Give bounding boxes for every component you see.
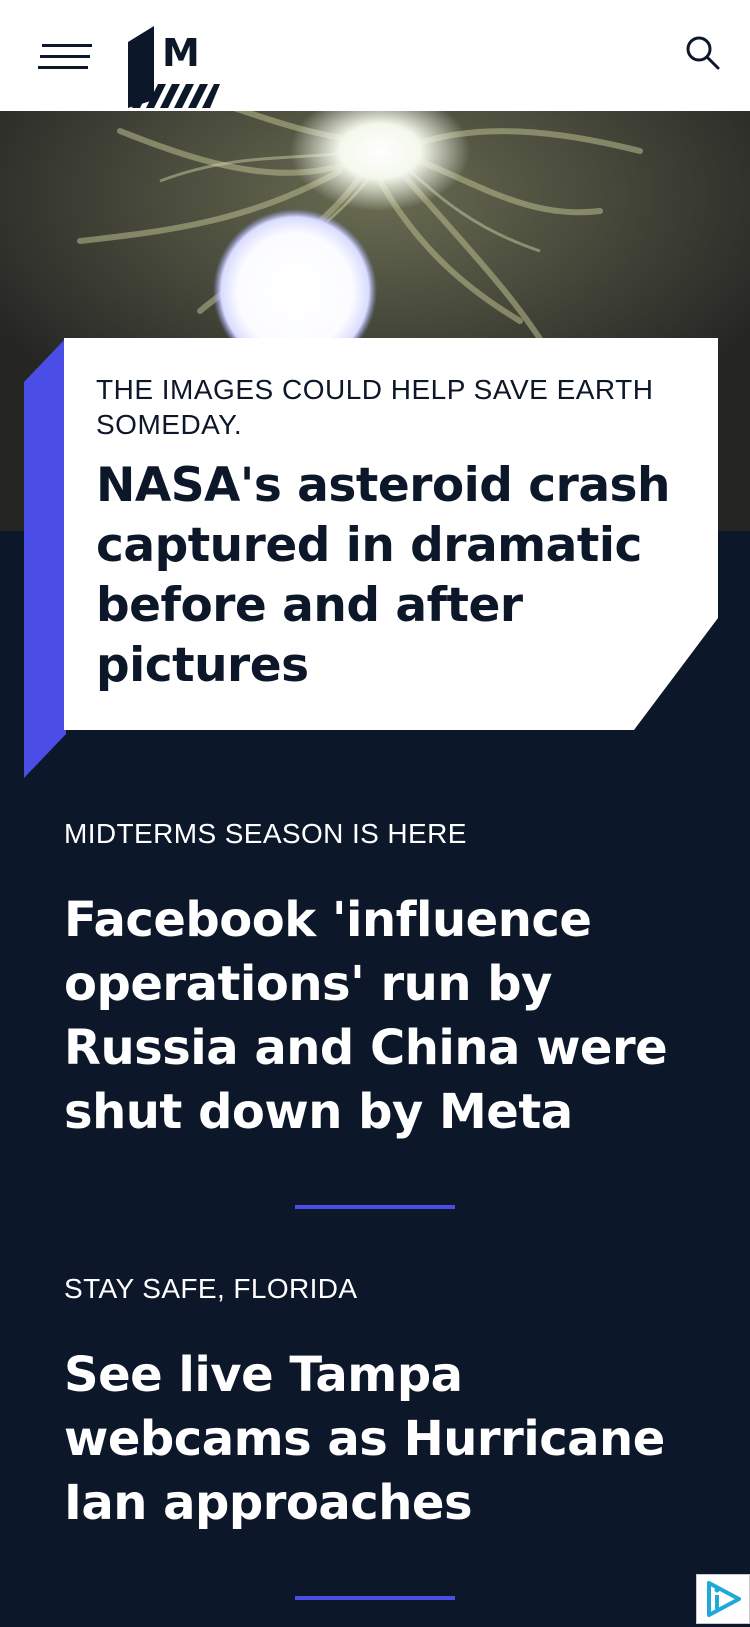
story-title[interactable]: See live Tampa webcams as Hurricane Ian …: [64, 1343, 704, 1535]
hamburger-menu-icon: [38, 44, 92, 69]
ad-choices-button[interactable]: [696, 1574, 750, 1624]
site-logo[interactable]: M: [128, 24, 220, 108]
ad-choices-icon: [707, 1581, 741, 1617]
site-header: M: [0, 0, 750, 111]
featured-story-title[interactable]: NASA's asteroid crash captured in dramat…: [96, 456, 696, 696]
featured-story-kicker: THE IMAGES COULD HELP SAVE EARTH SOMEDAY…: [96, 374, 654, 440]
story-kicker: MIDTERMS SEASON IS HERE: [64, 818, 467, 849]
story-kicker: STAY SAFE, FLORIDA: [64, 1273, 358, 1304]
logo-letter: M: [162, 31, 200, 75]
search-icon: [686, 36, 720, 70]
story-divider: [295, 1596, 455, 1600]
menu-button[interactable]: [38, 40, 94, 76]
card-accent-shape: [24, 338, 66, 778]
featured-story-card[interactable]: THE IMAGES COULD HELP SAVE EARTH SOMEDAY…: [64, 338, 718, 730]
story-divider: [295, 1205, 455, 1209]
story-item[interactable]: STAY SAFE, FLORIDA See live Tampa webcam…: [64, 1271, 704, 1535]
search-button[interactable]: [684, 34, 722, 72]
story-item[interactable]: MIDTERMS SEASON IS HERE Facebook 'influe…: [64, 816, 704, 1144]
story-title[interactable]: Facebook 'influence operations' run by R…: [64, 888, 704, 1144]
